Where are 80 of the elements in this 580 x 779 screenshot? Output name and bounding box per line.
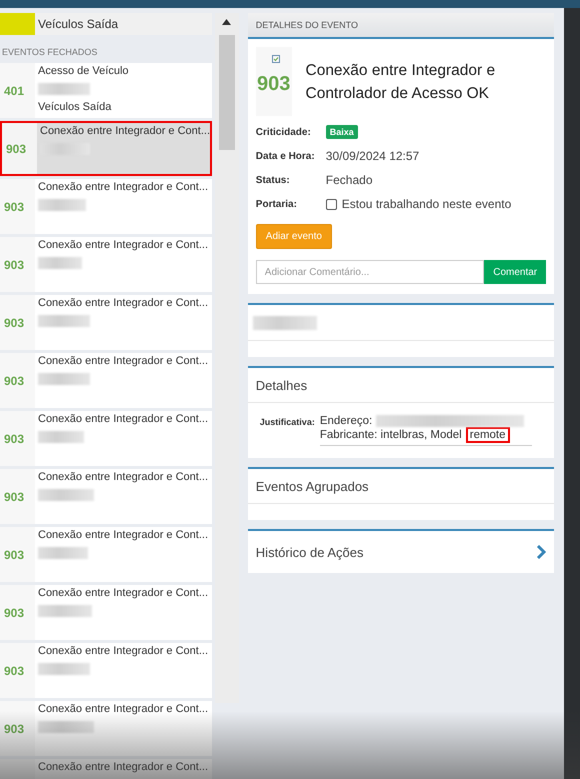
event-title: Conexão entre Integrador e Cont...: [38, 239, 209, 251]
event-title: Conexão entre Integrador e Cont...: [38, 761, 209, 773]
blurred-block: [38, 605, 92, 617]
event-title: Conexão entre Integrador e Cont...: [38, 471, 209, 483]
blurred-block: [38, 431, 84, 443]
event-title: Conexão entre Integrador e Cont...: [38, 587, 209, 599]
event-code: 903: [4, 664, 24, 678]
criticality-badge: Baixa: [326, 125, 358, 139]
event-subtitle: Veículos Saída: [38, 101, 112, 113]
list-item[interactable]: Veículos Saída: [0, 13, 212, 35]
event-code: 903: [4, 606, 24, 620]
scroll-up-icon[interactable]: [222, 19, 232, 25]
event-title: Acesso de Veículo: [38, 65, 130, 77]
event-row[interactable]: 903 Conexão entre Integrador e Cont...: [0, 121, 212, 176]
section-header: DETALHES DO EVENTO: [248, 13, 554, 37]
section-title: EVENTOS FECHADOS: [1, 46, 98, 59]
event-code: 903: [4, 316, 24, 330]
event-code: 903: [256, 73, 290, 96]
event-row[interactable]: 903 Conexão entre Integrador e Cont...: [0, 527, 212, 582]
event-code: 903: [4, 722, 24, 736]
event-title: Conexão entre Integrador e Cont...: [40, 125, 207, 137]
event-row[interactable]: 903 Conexão entre Integrador e Cont...: [0, 237, 212, 292]
blurred-block: [38, 257, 82, 269]
detail-text: Fabricante: intelbras, Model: [320, 429, 462, 441]
event-row[interactable]: 903 Conexão entre Integrador e Cont...: [0, 469, 212, 524]
event-code: 903: [6, 142, 26, 156]
blurred-block: [38, 199, 86, 211]
checkbox[interactable]: [326, 198, 337, 210]
event-title: Conexão entre Integrador e Cont...: [38, 703, 209, 715]
panel-title[interactable]: Histórico de Ações: [256, 544, 364, 560]
event-title: Conexão entre Integrador e Cont...: [38, 355, 209, 367]
detail-text: Endereço:: [320, 415, 372, 427]
panel-title: Detalhes: [256, 378, 308, 392]
scroll-thumb[interactable]: [218, 35, 235, 150]
field-label: Status:: [256, 174, 291, 186]
event-title: Conexão entre Integrador e Cont...: [38, 529, 209, 541]
event-code: 903: [4, 490, 24, 504]
chevron-right-icon[interactable]: [536, 545, 546, 559]
blurred-block: [38, 547, 88, 559]
checkbox-label[interactable]: Estou trabalhando neste evento: [342, 197, 512, 211]
field-label: Criticidade:: [256, 126, 312, 138]
blurred-block: [38, 663, 90, 675]
event-row[interactable]: 903 Conexão entre Integrador e Cont...: [0, 643, 212, 698]
event-title: Conexão entre Integrador e Controlador de Acesso OK: [306, 60, 496, 104]
event-code: 903: [4, 200, 24, 214]
event-row[interactable]: Conexão entre Integrador e Cont...: [0, 759, 212, 779]
event-code: 401: [4, 84, 24, 98]
field-value: 30/09/2024 12:57: [326, 149, 420, 163]
field-label: Data e Hora:: [256, 150, 316, 162]
field-value: Fechado: [326, 173, 372, 187]
blurred-block: [38, 373, 90, 385]
blurred-block: [252, 316, 317, 330]
event-row[interactable]: 903 Conexão entre Integrador e Cont...: [0, 353, 212, 408]
blurred-block: [38, 721, 94, 733]
highlighted-text: remote: [466, 427, 510, 443]
event-row[interactable]: 903 Conexão entre Integrador e Cont...: [0, 585, 212, 640]
blurred-block: [38, 489, 94, 501]
comment-field[interactable]: Adicionar Comentário...: [256, 260, 484, 284]
scrollbar[interactable]: [215, 13, 239, 703]
panel[interactable]: Histórico de Ações: [248, 529, 554, 573]
event-title: Conexão entre Integrador e Cont...: [38, 297, 209, 309]
event-title: Conexão entre Integrador e Cont...: [38, 181, 209, 193]
blurred-block: [38, 83, 90, 95]
event-title: Conexão entre Integrador e Cont...: [38, 645, 209, 657]
event-row[interactable]: 401 Acesso de Veículo Veículos Saída: [0, 63, 212, 118]
event-code: 903: [4, 432, 24, 446]
event-code: 903: [4, 374, 24, 388]
checkbox-icon: [272, 55, 280, 63]
event-code: 903: [4, 548, 24, 562]
event-code: 903: [4, 258, 24, 272]
event-row[interactable]: 903 Conexão entre Integrador e Cont...: [0, 701, 212, 756]
field-label: Justificativa:: [260, 416, 315, 429]
field-label: Portaria:: [256, 198, 298, 210]
blurred-block: [38, 315, 90, 327]
panel-title: Eventos Agrupados: [256, 478, 369, 494]
event-title: Conexão entre Integrador e Cont...: [38, 413, 209, 425]
item-label[interactable]: Veículos Saída: [38, 17, 118, 31]
event-row[interactable]: 903 Conexão entre Integrador e Cont...: [0, 411, 212, 466]
event-row[interactable]: 903 Conexão entre Integrador e Cont...: [0, 179, 212, 234]
event-row[interactable]: 903 Conexão entre Integrador e Cont...: [0, 295, 212, 350]
